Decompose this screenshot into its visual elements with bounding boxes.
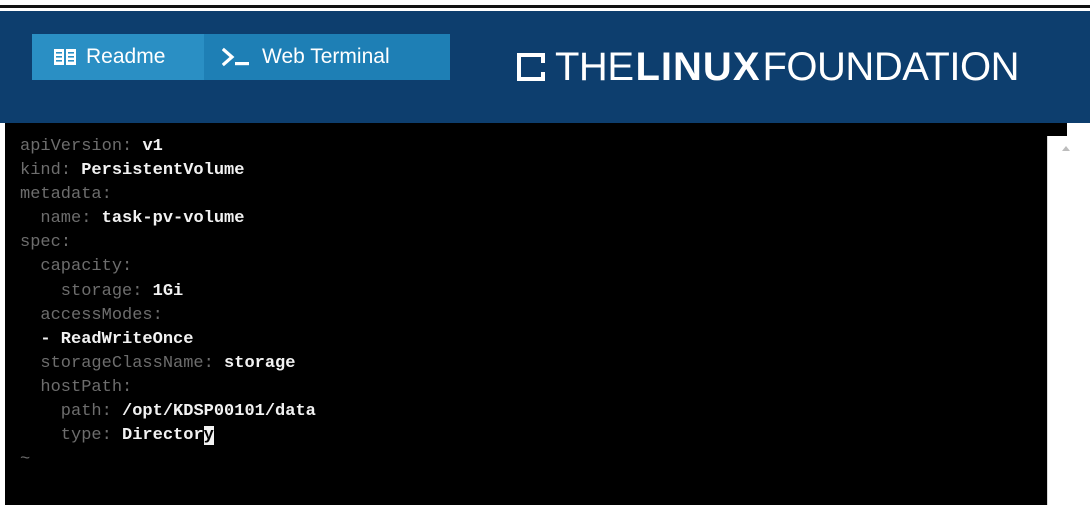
- vim-empty-line-marker: ~: [20, 450, 31, 470]
- yaml-separator: :: [132, 281, 153, 301]
- tab-bar: Readme Web Terminal: [32, 34, 450, 80]
- terminal-line: accessModes:: [20, 304, 316, 328]
- scroll-up-arrow-icon[interactable]: [1062, 146, 1070, 151]
- tab-readme-label: Readme: [86, 45, 166, 68]
- yaml-separator: :: [122, 137, 143, 156]
- yaml-key: spec: [20, 233, 61, 253]
- terminal-line: hostPath:: [20, 376, 316, 400]
- terminal-line: storageClassName: storage: [20, 352, 316, 376]
- tab-readme[interactable]: Readme: [32, 34, 204, 80]
- terminal-line: storage: 1Gi: [20, 280, 316, 304]
- yaml-separator: :: [122, 257, 133, 277]
- text-cursor: y: [203, 426, 214, 446]
- tab-web-terminal[interactable]: Web Terminal: [204, 34, 450, 80]
- yaml-key: apiVersion: [20, 137, 123, 156]
- yaml-key: storageClassName: [20, 353, 204, 373]
- terminal-line: name: task-pv-volume: [20, 207, 316, 231]
- yaml-value: /opt/KDSP00101/data: [122, 402, 316, 422]
- terminal-scrollbar[interactable]: [1047, 136, 1083, 505]
- yaml-value: - ReadWriteOnce: [40, 329, 194, 349]
- yaml-separator: :: [203, 353, 225, 373]
- terminal-line: capacity:: [20, 255, 316, 279]
- screenshot-frame: Readme Web Terminal THE LINUX FOUNDATION…: [0, 0, 1090, 505]
- terminal-prompt-icon: [222, 47, 249, 67]
- yaml-key: storage: [20, 281, 133, 301]
- yaml-key: hostPath: [20, 377, 123, 397]
- terminal-line: type: Directory: [20, 424, 316, 448]
- yaml-separator: :: [101, 185, 112, 205]
- yaml-separator: :: [101, 402, 123, 422]
- yaml-value: storage: [224, 353, 296, 373]
- logo-word-linux: LINUX: [635, 44, 761, 89]
- yaml-key: metadata: [20, 185, 102, 205]
- yaml-separator: :: [122, 377, 133, 397]
- yaml-separator: :: [60, 233, 72, 253]
- terminal-line: kind: PersistentVolume: [20, 159, 316, 183]
- terminal-line: metadata:: [20, 183, 316, 207]
- yaml-separator: :: [152, 305, 163, 325]
- yaml-value: PersistentVolume: [81, 161, 245, 181]
- yaml-value: Director: [122, 426, 204, 446]
- logo-word-foundation: FOUNDATION: [762, 44, 1020, 89]
- yaml-value: 1Gi: [152, 281, 184, 301]
- yaml-value: v1: [142, 137, 163, 156]
- yaml-key: accessModes: [20, 305, 153, 325]
- top-rule: [0, 0, 1090, 8]
- linux-foundation-logo: THE LINUX FOUNDATION: [516, 45, 1019, 89]
- yaml-separator: :: [101, 426, 123, 446]
- linux-foundation-mark-icon: [517, 53, 545, 81]
- yaml-key: path: [20, 402, 102, 422]
- yaml-separator: :: [60, 161, 82, 181]
- terminal-pane[interactable]: apiVersion: v1 kind: PersistentVolume meta…: [5, 123, 1067, 505]
- yaml-key: kind: [20, 161, 61, 181]
- yaml-key: type: [20, 426, 102, 446]
- terminal-line: path: /opt/KDSP00101/data: [20, 400, 316, 424]
- logo-word-the: THE: [555, 44, 634, 89]
- yaml-editor-content[interactable]: apiVersion: v1 kind: PersistentVolume meta…: [20, 135, 316, 472]
- terminal-line: - ReadWriteOnce: [20, 328, 316, 352]
- header-bar: Readme Web Terminal THE LINUX FOUNDATION: [0, 11, 1090, 123]
- yaml-separator: :: [81, 209, 102, 229]
- yaml-key: name: [20, 209, 82, 229]
- yaml-key: [20, 330, 40, 349]
- tab-web-terminal-label: Web Terminal: [262, 45, 390, 68]
- terminal-line: spec:: [20, 231, 316, 255]
- yaml-value: task-pv-volume: [101, 209, 245, 229]
- terminal-line: apiVersion: v1: [20, 135, 316, 159]
- book-icon: [54, 49, 76, 65]
- yaml-key: capacity: [20, 257, 123, 277]
